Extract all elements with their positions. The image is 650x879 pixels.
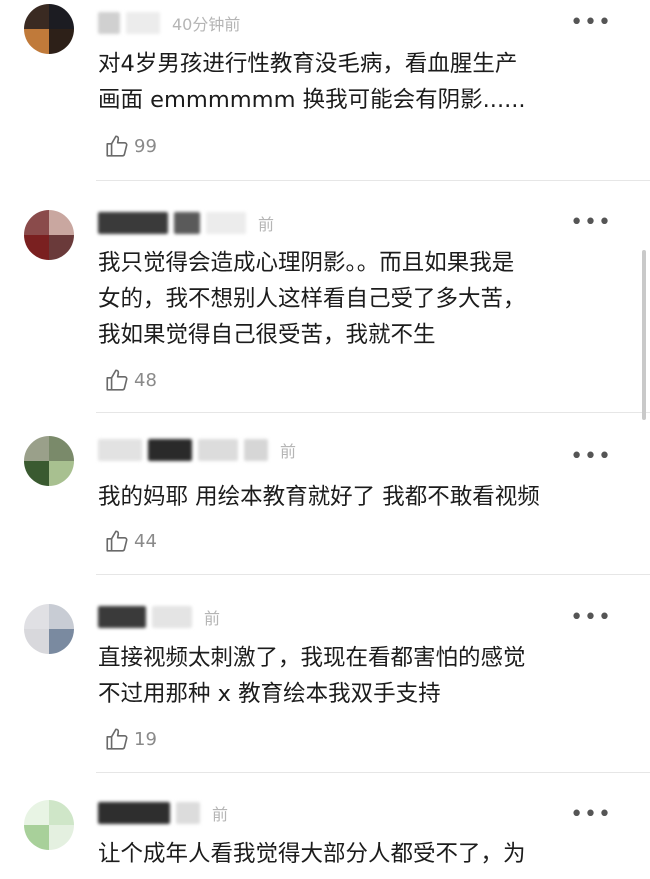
comment-text: 我只觉得会造成心理阴影。。而且如果我是 女的，我不想别人这样看自己受了多大苦， … <box>98 250 526 348</box>
more-dots-icon[interactable]: ••• <box>570 607 612 629</box>
comment-text: 我的妈耶 用绘本教育就好了 我都不敢看视频 <box>98 484 540 510</box>
username-blurred <box>152 606 192 628</box>
thumbs-up-icon <box>106 135 128 157</box>
avatar[interactable] <box>24 210 74 260</box>
username-blurred[interactable] <box>98 12 120 34</box>
username-row: 前 <box>98 437 296 463</box>
username-blurred <box>244 439 268 461</box>
like-count: 19 <box>134 728 157 750</box>
comment-time: 前 <box>212 805 229 824</box>
comment-text: 对4岁男孩进行性教育没毛病，看血腥生产 画面 emmmmmm 换我可能会有阴影.… <box>98 51 526 113</box>
more-dots-icon[interactable]: ••• <box>570 12 612 34</box>
username-row: 40分钟前 <box>98 10 240 36</box>
like-count: 44 <box>134 530 157 552</box>
avatar[interactable] <box>24 604 74 654</box>
username-blurred[interactable] <box>98 802 170 824</box>
comment-text: 直接视频太刺激了，我现在看都害怕的感觉 不过用那种 x 教育绘本我双手支持 <box>98 645 526 707</box>
username-row: 前 <box>98 800 228 826</box>
username-blurred <box>176 802 200 824</box>
comment-time: 前 <box>204 609 221 628</box>
more-dots-icon[interactable]: ••• <box>570 804 612 826</box>
username-blurred[interactable] <box>98 439 142 461</box>
like-button[interactable]: 99 <box>104 133 157 159</box>
like-count: 99 <box>134 135 157 157</box>
like-button[interactable]: 48 <box>104 367 157 393</box>
like-count: 48 <box>134 369 157 391</box>
username-blurred <box>198 439 238 461</box>
like-button[interactable]: 19 <box>104 726 157 752</box>
divider <box>96 412 650 413</box>
divider <box>96 574 650 575</box>
avatar[interactable] <box>24 4 74 54</box>
comment-time: 前 <box>280 442 297 461</box>
comment-text: 让个成年人看我觉得大部分人都受不了，为 <box>98 841 526 867</box>
username-blurred <box>206 212 246 234</box>
username-blurred[interactable] <box>98 606 146 628</box>
username-blurred <box>148 439 192 461</box>
username-blurred <box>126 12 160 34</box>
divider <box>96 180 650 181</box>
avatar[interactable] <box>24 800 74 850</box>
scrollbar[interactable] <box>642 250 646 420</box>
avatar[interactable] <box>24 436 74 486</box>
username-row: 前 <box>98 604 220 630</box>
thumbs-up-icon <box>106 369 128 391</box>
more-dots-icon[interactable]: ••• <box>570 446 612 468</box>
comment-time: 前 <box>258 215 275 234</box>
divider <box>96 772 650 773</box>
thumbs-up-icon <box>106 728 128 750</box>
comment-time: 40分钟前 <box>172 15 241 34</box>
thumbs-up-icon <box>106 530 128 552</box>
more-dots-icon[interactable]: ••• <box>570 212 612 234</box>
like-button[interactable]: 44 <box>104 528 157 554</box>
username-blurred[interactable] <box>98 212 168 234</box>
username-blurred <box>174 212 200 234</box>
username-row: 前 <box>98 210 274 236</box>
